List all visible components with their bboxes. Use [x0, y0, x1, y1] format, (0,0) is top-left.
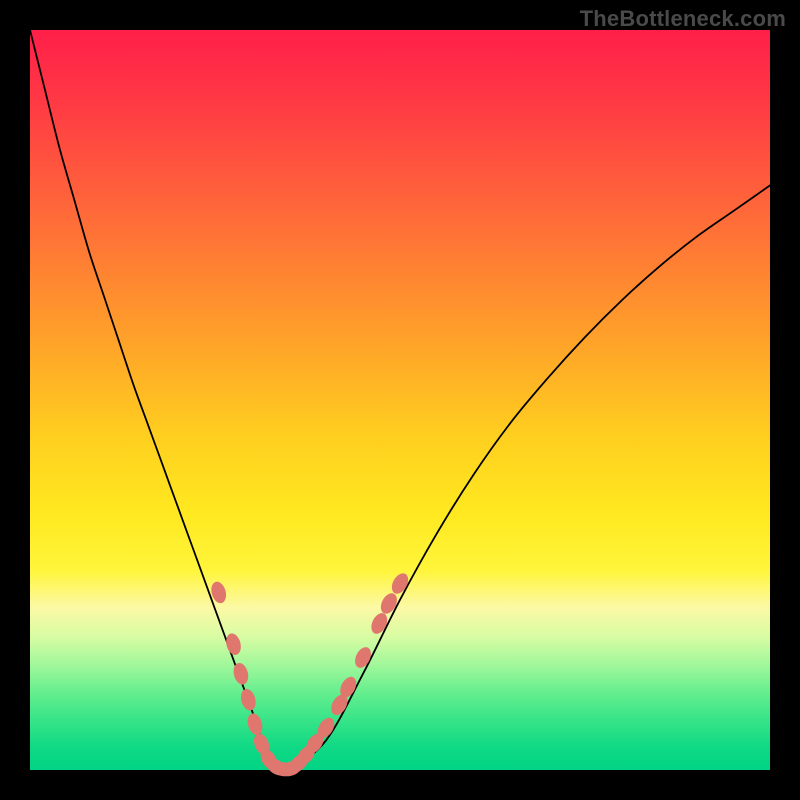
curve-marker: [368, 611, 390, 637]
watermark-text: TheBottleneck.com: [580, 6, 786, 32]
curve-marker: [231, 661, 250, 686]
curve-marker: [378, 591, 401, 617]
marker-group: [209, 571, 412, 780]
curve-marker: [245, 712, 265, 737]
bottleneck-curve: [30, 30, 770, 772]
plot-area: [30, 30, 770, 770]
curve-marker: [224, 632, 243, 657]
chart-frame: TheBottleneck.com: [0, 0, 800, 800]
curve-marker: [239, 687, 258, 712]
curves-svg: [30, 30, 770, 770]
